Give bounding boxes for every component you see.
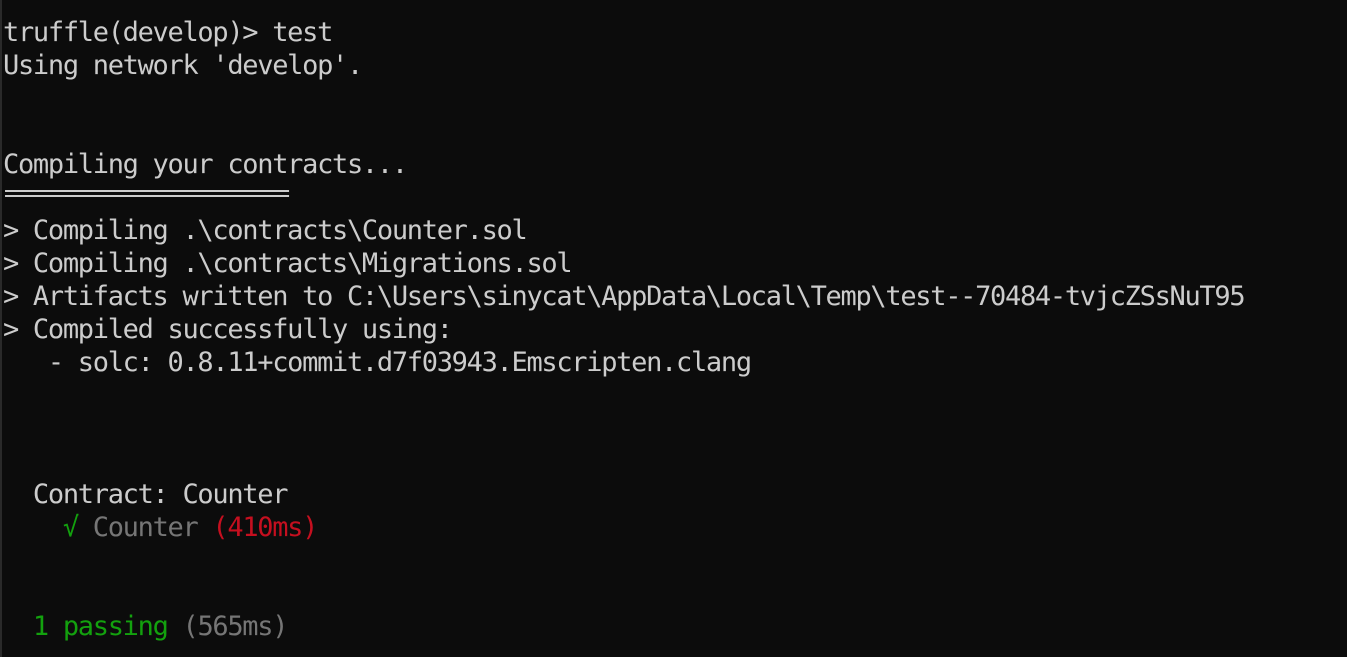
header-rule: ===========================	[4, 186, 290, 200]
prompt-line: truffle(develop)> test	[3, 17, 333, 48]
check-mark-icon: √	[62, 512, 79, 543]
solc-version-line: - solc: 0.8.11+commit.d7f03943.Emscripte…	[3, 347, 752, 378]
contract-line: Contract: Counter	[3, 479, 289, 510]
artifacts-line: > Artifacts written to C:\Users\sinycat\…	[3, 281, 1246, 312]
summary-indent	[3, 611, 33, 642]
compiling-header: Compiling your contracts...	[3, 149, 408, 180]
test-name: Counter	[77, 512, 213, 543]
compile-line: > Compiling .\contracts\Migrations.sol	[3, 248, 573, 279]
passing-count: 1 passing	[32, 611, 169, 642]
summary-duration: (565ms)	[167, 611, 288, 642]
test-duration: (410ms)	[212, 512, 318, 543]
compile-line: > Compiling .\contracts\Counter.sol	[3, 215, 528, 246]
test-result-line: √ Counter (410ms)	[3, 511, 319, 544]
summary-line: 1 passing (565ms)	[3, 610, 289, 643]
compiled-success-line: > Compiled successfully using:	[3, 314, 453, 345]
test-indent	[3, 512, 63, 543]
network-line: Using network 'develop'.	[3, 50, 363, 81]
terminal-window[interactable]: truffle(develop)> test Using network 'de…	[0, 0, 1347, 657]
